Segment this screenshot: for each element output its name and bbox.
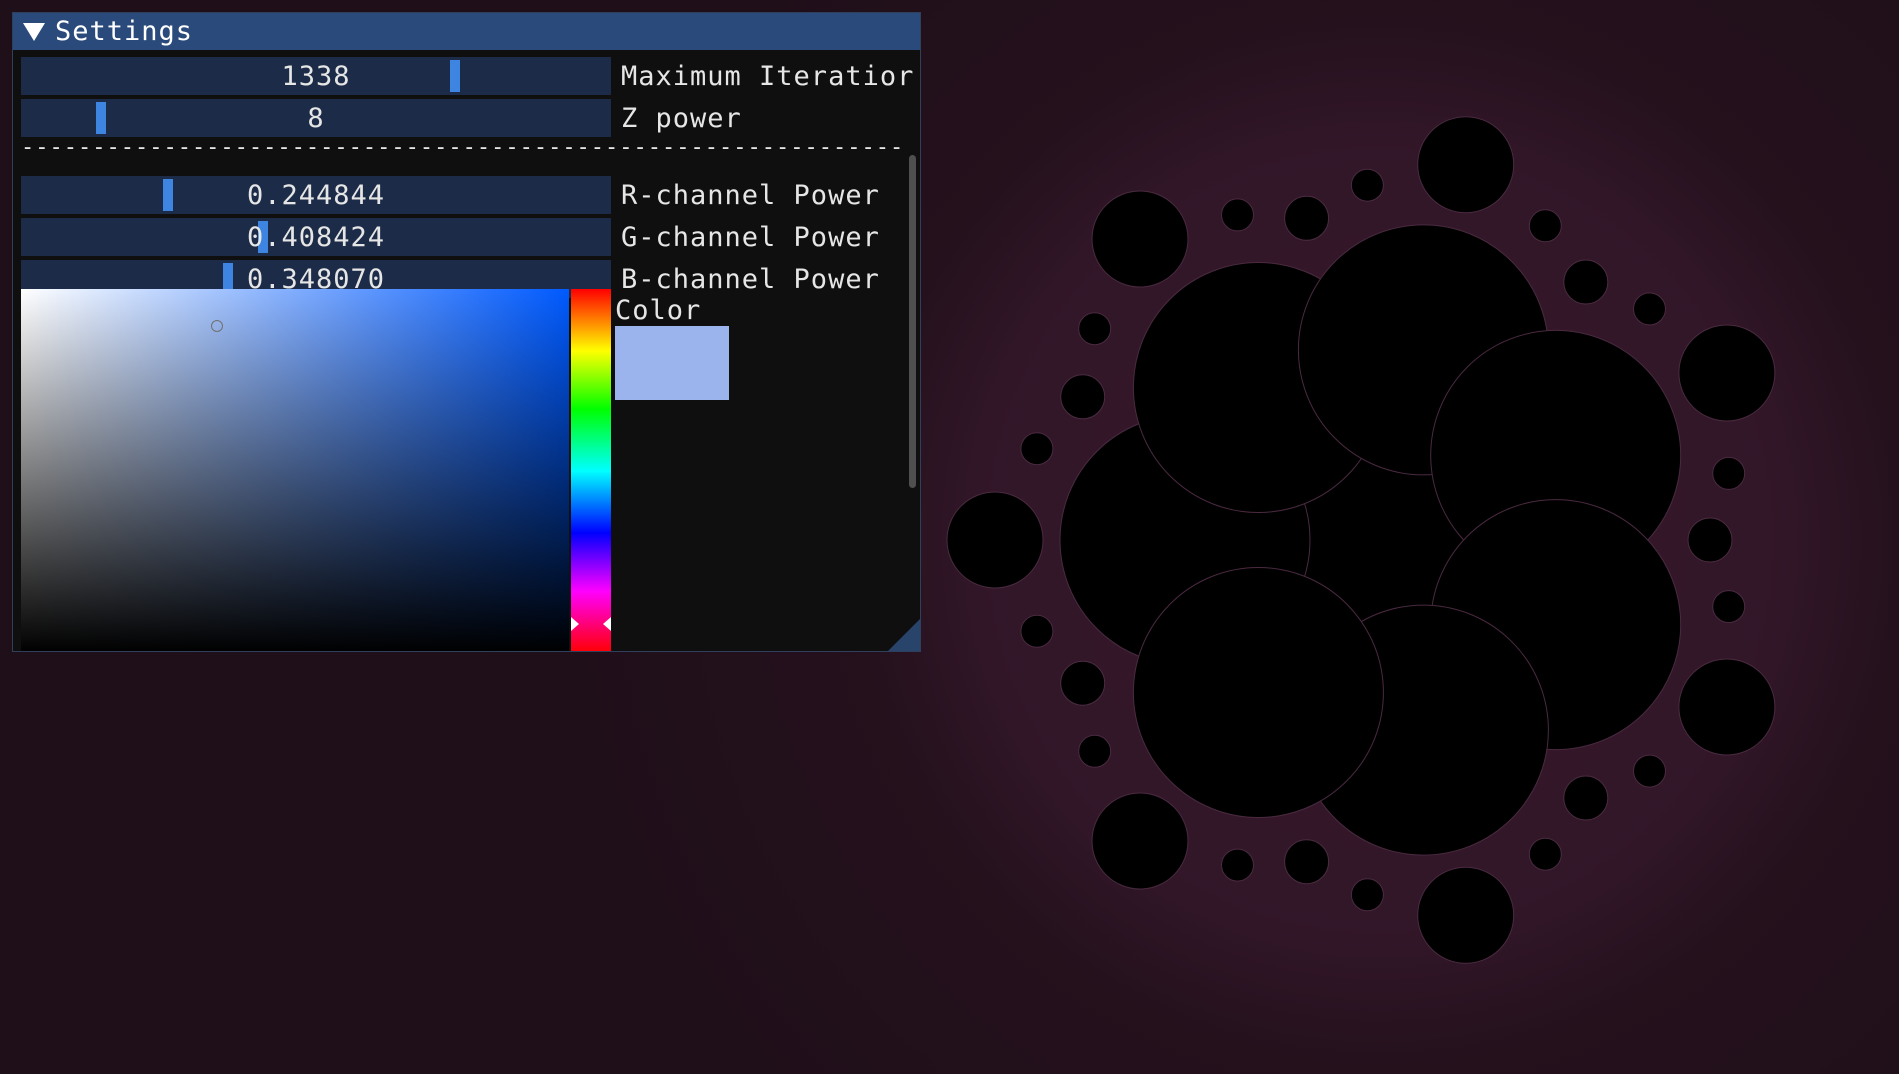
fractal-lobe <box>1132 567 1384 818</box>
hue-arrow-left-icon[interactable] <box>571 616 579 631</box>
fractal-bud <box>1091 190 1189 288</box>
settings-title-bar[interactable]: Settings <box>13 13 920 50</box>
scrollbar-thumb[interactable] <box>909 155 916 488</box>
slider-grab[interactable] <box>450 60 461 92</box>
slider-grab[interactable] <box>96 102 107 134</box>
z-power-slider[interactable]: 8 <box>21 99 611 137</box>
slider-label: B-channel Power <box>621 263 880 295</box>
fractal-bud <box>1091 792 1189 890</box>
color-swatch[interactable] <box>615 326 729 400</box>
resize-grip-icon[interactable] <box>888 619 920 651</box>
fractal-bud <box>1678 658 1776 756</box>
fractal-bud-small <box>1712 590 1746 624</box>
fractal-bud-mid <box>1563 259 1609 305</box>
slider-value: 1338 <box>281 60 351 92</box>
color-picker-cursor[interactable] <box>211 320 223 332</box>
fractal-bud <box>1417 116 1515 214</box>
fractal-bud <box>946 491 1044 589</box>
slider-label: Maximum Iteratior <box>621 60 915 92</box>
hue-bar-handles[interactable] <box>571 289 611 651</box>
triangle-down-icon[interactable] <box>23 22 45 41</box>
fractal-bud <box>1678 324 1776 422</box>
fractal-bud-mid <box>1284 839 1330 885</box>
fractal-bud <box>1417 866 1515 964</box>
window-title: Settings <box>55 16 194 47</box>
r-channel-slider[interactable]: 0.244844 <box>21 176 611 214</box>
fractal-bud-small <box>1528 209 1562 243</box>
color-label: Color <box>615 295 702 326</box>
fractal-bud-mid <box>1060 374 1106 420</box>
fractal-bud-mid <box>1060 660 1106 706</box>
g-channel-slider[interactable]: 0.408424 <box>21 218 611 256</box>
slider-label: Z power <box>621 102 742 134</box>
slider-value: 8 <box>307 102 325 134</box>
fractal-bud-mid <box>1284 195 1330 241</box>
slider-label: G-channel Power <box>621 221 880 253</box>
fractal-bud-small <box>1020 432 1054 466</box>
slider-grab[interactable] <box>162 179 173 211</box>
fractal-bud-small <box>1633 754 1666 788</box>
separator: ----------------------------------------… <box>21 141 901 155</box>
fractal-bud-small <box>1078 734 1112 768</box>
color-saturation-value-square[interactable] <box>21 289 569 651</box>
slider-value: 0.348070 <box>246 263 386 295</box>
slider-value: 0.244844 <box>246 179 386 211</box>
fractal-bud-small <box>1350 878 1384 912</box>
max-iterations-slider[interactable]: 1338 <box>21 57 611 95</box>
fractal-bud-small <box>1020 614 1054 648</box>
fractal-bud-small <box>1221 198 1254 232</box>
fractal-bud-small <box>1633 292 1666 326</box>
settings-window[interactable]: Settings 1338 Maximum Iteratior 8 Z powe… <box>12 12 921 652</box>
hue-arrow-right-icon[interactable] <box>603 616 611 631</box>
fractal-bud-mid <box>1563 775 1609 821</box>
slider-label: R-channel Power <box>621 179 880 211</box>
fractal-bud-small <box>1221 848 1254 882</box>
fractal-bud-small <box>1078 312 1112 346</box>
fractal-bud-small <box>1712 456 1746 490</box>
slider-value: 0.408424 <box>246 221 386 253</box>
fractal-bud-small <box>1528 837 1562 871</box>
fractal-bud-mid <box>1687 517 1733 563</box>
fractal-bud-small <box>1350 168 1384 202</box>
